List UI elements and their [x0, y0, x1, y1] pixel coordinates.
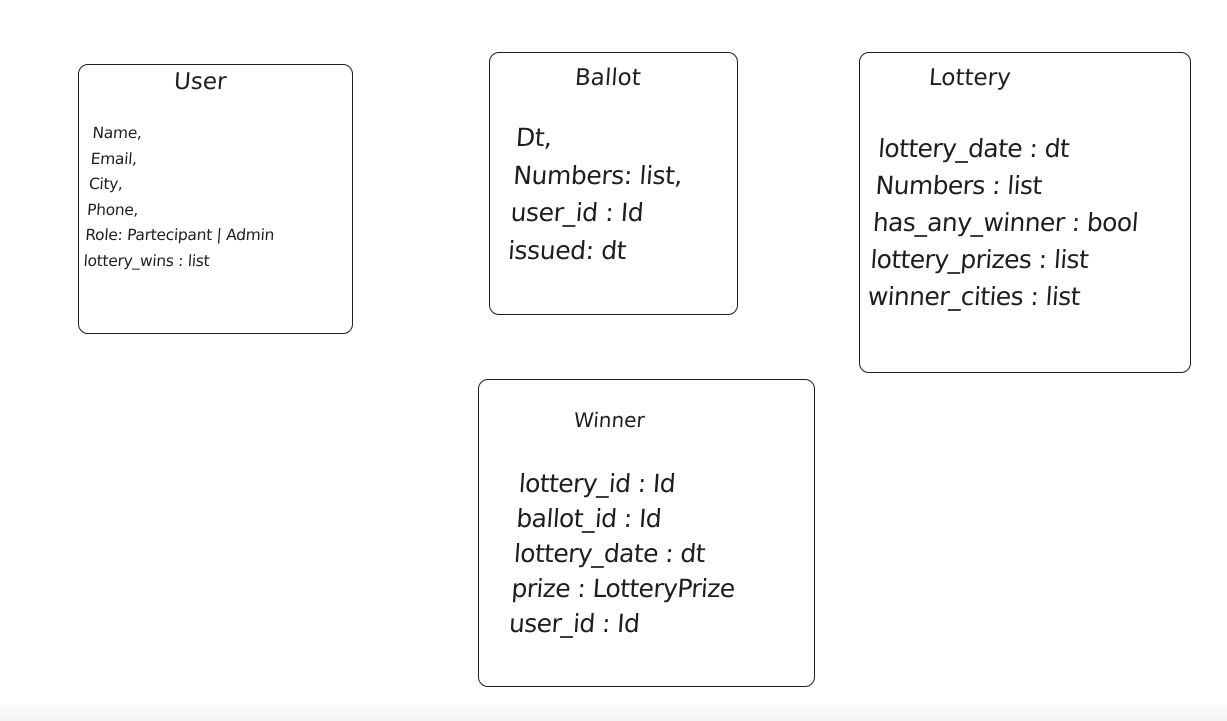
winner-entity-title: Winner — [573, 408, 646, 432]
lottery-field: winner_cities : list — [866, 282, 1081, 311]
user-field: Phone, — [86, 200, 139, 219]
winner-field: lottery_id : Id — [517, 469, 677, 498]
ballot-entity-title: Ballot — [574, 65, 642, 91]
ballot-field: user_id : Id — [509, 198, 645, 227]
user-field: lottery_wins : list — [82, 251, 211, 270]
user-entity-box[interactable]: User Name, Email, City, Phone, Role: Par… — [78, 64, 353, 334]
lottery-field-list: lottery_date : dt Numbers : list has_any… — [867, 130, 1145, 315]
lottery-field: lottery_date : dt — [877, 134, 1071, 163]
lottery-field: Numbers : list — [874, 171, 1043, 200]
ballot-field: issued: dt — [507, 235, 628, 265]
user-entity-title: User — [173, 69, 228, 95]
ballot-entity-box[interactable]: Ballot Dt, Numbers: list, user_id : Id i… — [489, 52, 738, 315]
lottery-field: lottery_prizes : list — [869, 245, 1090, 274]
user-field: City, — [88, 175, 124, 193]
ballot-field: Dt, — [514, 123, 553, 152]
diagram-canvas: User Name, Email, City, Phone, Role: Par… — [0, 0, 1227, 721]
user-field: Email, — [90, 149, 138, 168]
winner-field: lottery_date : dt — [512, 539, 706, 568]
user-field: Role: Partecipant | Admin — [84, 226, 275, 244]
winner-field-list: lottery_id : Id ballot_id : Id lottery_d… — [508, 466, 743, 641]
user-field-list: Name, Email, City, Phone, Role: Partecip… — [83, 121, 282, 274]
winner-field: user_id : Id — [508, 609, 641, 638]
lottery-entity-title: Lottery — [928, 65, 1012, 91]
ballot-field: Numbers: list, — [512, 160, 684, 190]
winner-field: ballot_id : Id — [515, 504, 663, 533]
canvas-bottom-edge — [0, 705, 1227, 721]
lottery-field: has_any_winner : bool — [871, 208, 1140, 237]
user-field: Name, — [91, 124, 143, 142]
lottery-entity-box[interactable]: Lottery lottery_date : dt Numbers : list… — [859, 52, 1191, 373]
winner-entity-box[interactable]: Winner lottery_id : Id ballot_id : Id lo… — [478, 379, 815, 687]
ballot-field-list: Dt, Numbers: list, user_id : Id issued: … — [507, 119, 686, 269]
winner-field: prize : LotteryPrize — [510, 574, 736, 603]
